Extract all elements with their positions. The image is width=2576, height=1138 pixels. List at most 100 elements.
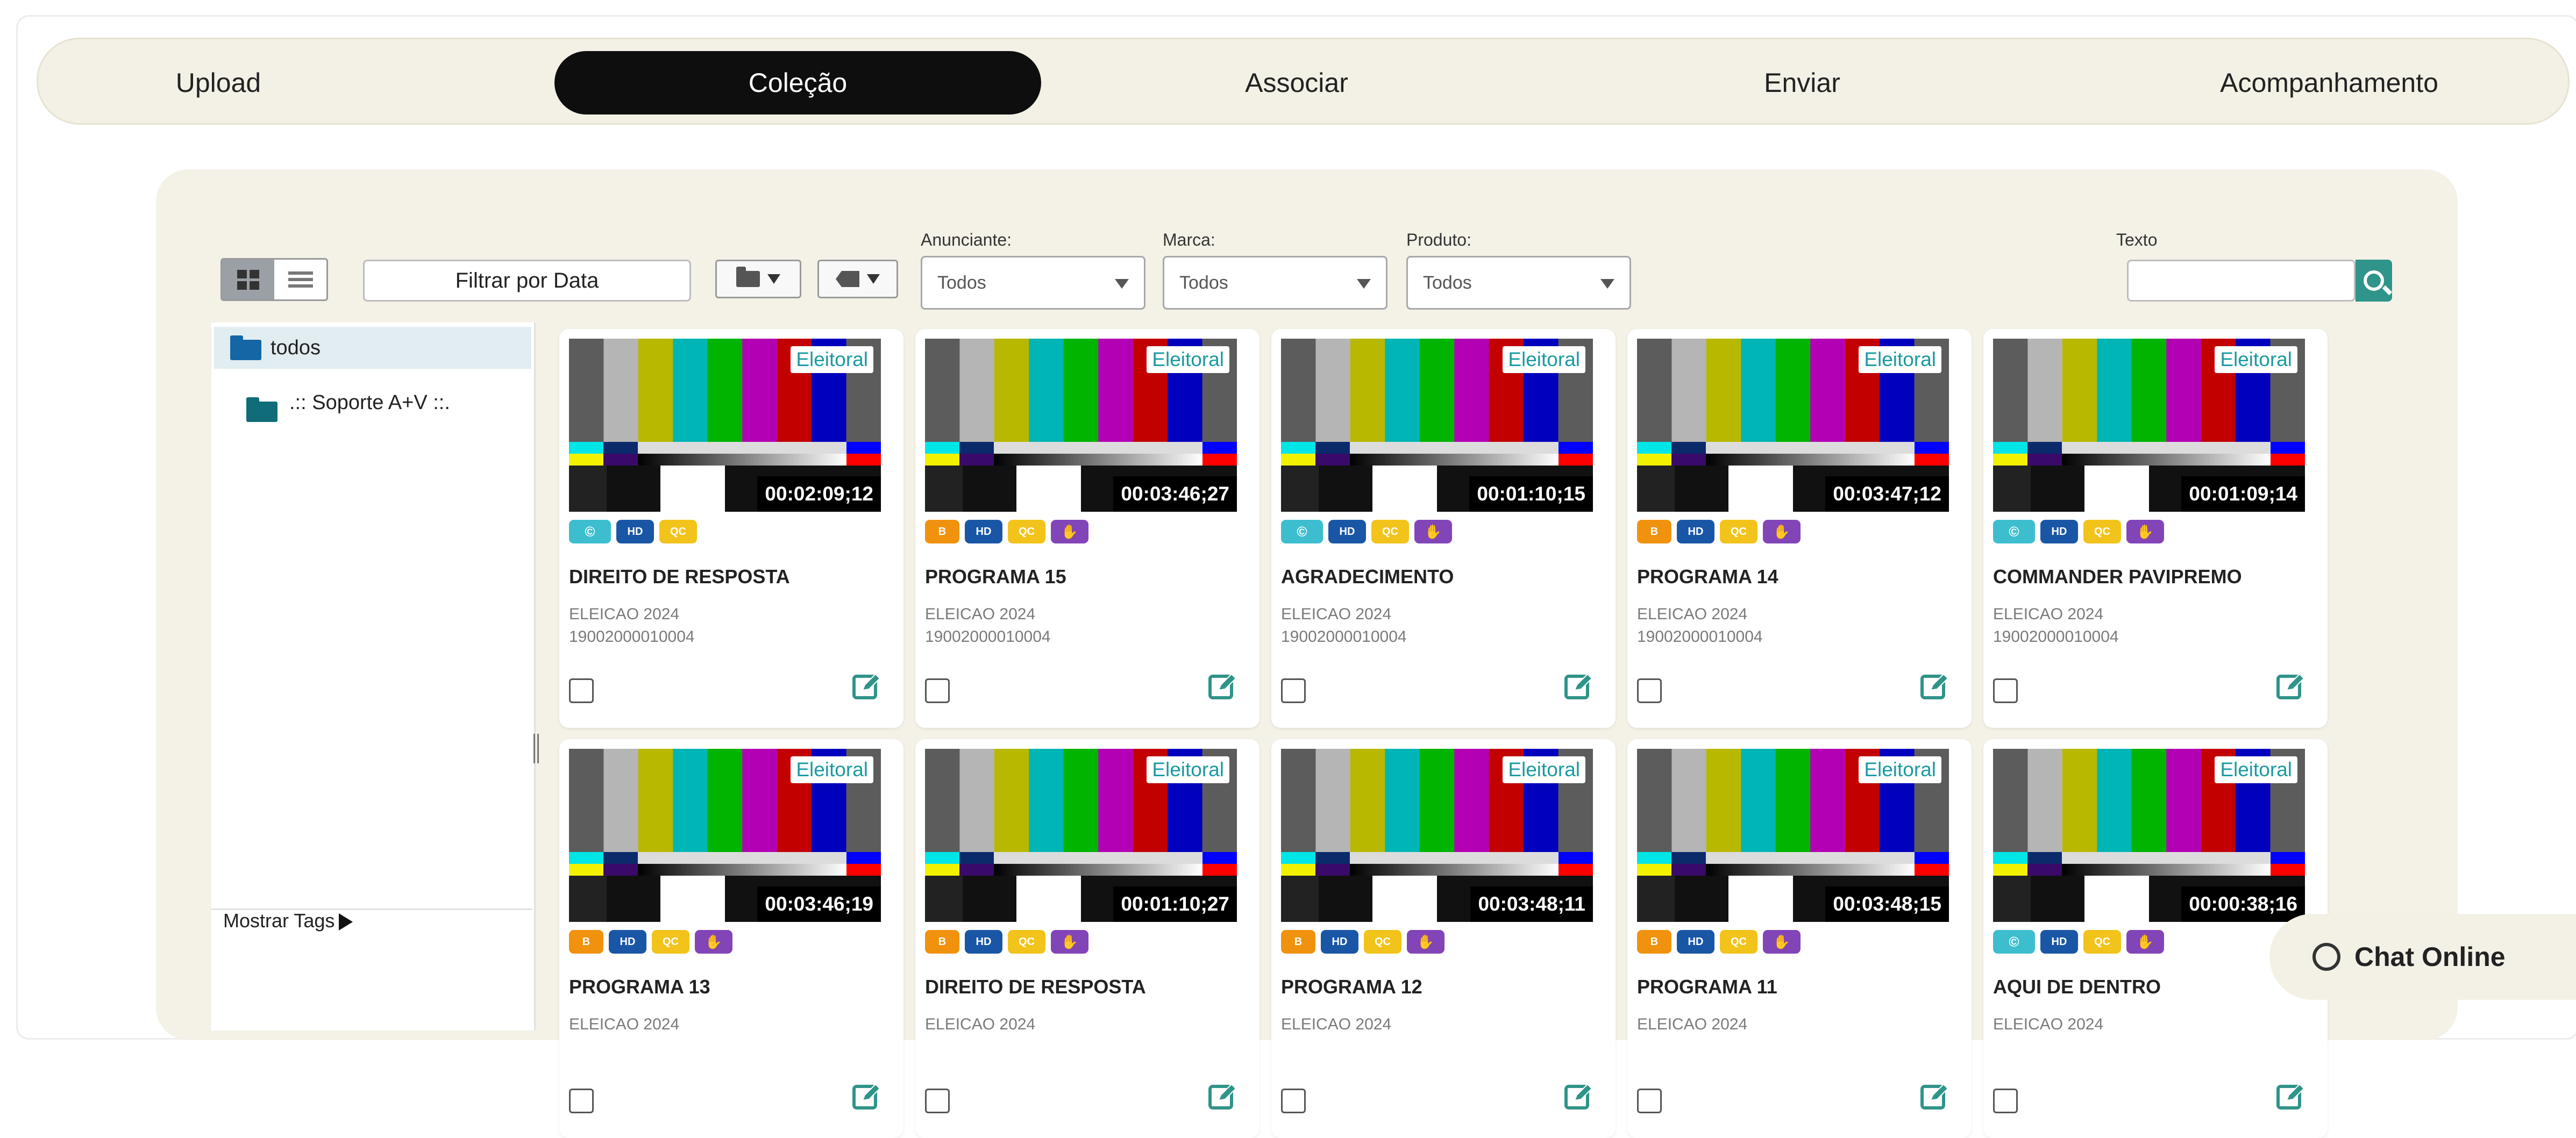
duration-label: 00:03:46;27 xyxy=(1113,476,1237,512)
select-checkbox[interactable] xyxy=(925,678,950,703)
anunciante-select[interactable]: Todos xyxy=(921,256,1145,310)
tab-upload[interactable]: Upload xyxy=(132,51,304,114)
tab-associar[interactable]: Associar xyxy=(1178,51,1415,114)
video-thumbnail[interactable]: Eleitoral 00:01:09;14 xyxy=(1993,339,2305,512)
video-thumbnail[interactable]: Eleitoral 00:03:47;12 xyxy=(1637,339,1949,512)
view-toggle xyxy=(220,258,328,301)
select-checkbox[interactable] xyxy=(925,1089,950,1113)
video-thumbnail[interactable]: Eleitoral 00:01:10;27 xyxy=(925,749,1237,922)
tab-acompanhamento[interactable]: Acompanhamento xyxy=(2168,51,2490,114)
marca-select[interactable]: Todos xyxy=(1163,256,1387,310)
card-campaign: ELEICAO 2024 xyxy=(569,1015,680,1033)
text-search-input[interactable] xyxy=(2127,260,2356,302)
select-checkbox[interactable] xyxy=(1993,678,2018,703)
anunciante-label: Anunciante: xyxy=(921,230,1012,249)
edit-icon[interactable] xyxy=(1208,1081,1238,1111)
list-view-button[interactable] xyxy=(274,260,326,299)
video-thumbnail[interactable]: Eleitoral 00:01:10;15 xyxy=(1281,339,1593,512)
show-tags-toggle[interactable]: Mostrar Tags xyxy=(223,910,353,932)
select-checkbox[interactable] xyxy=(1637,1089,1662,1113)
badge-hd: HD xyxy=(616,520,654,543)
chat-online-button[interactable]: Chat Online xyxy=(2269,914,2576,1000)
media-card[interactable]: Eleitoral 00:03:48;11 B HD QC ✋ PROGRAMA 12… xyxy=(1271,739,1616,1138)
media-card[interactable]: Eleitoral 00:03:46;27 B HD QC ✋ PROGRAMA 15… xyxy=(915,329,1259,728)
chevron-down-icon xyxy=(767,274,780,284)
card-meta: ELEICAO 2024 xyxy=(925,1013,1035,1036)
badge-b: B xyxy=(1637,930,1671,954)
tag-label: Eleitoral xyxy=(1503,756,1585,783)
produto-select[interactable]: Todos xyxy=(1406,256,1631,310)
badge-row: B HD QC ✋ xyxy=(925,520,1088,543)
select-checkbox[interactable] xyxy=(569,678,594,703)
select-checkbox[interactable] xyxy=(569,1089,594,1113)
folder-icon xyxy=(246,397,277,422)
select-checkbox[interactable] xyxy=(1281,678,1306,703)
sidebar-resize-handle[interactable] xyxy=(533,734,539,763)
duration-label: 00:03:46;19 xyxy=(757,886,881,922)
card-campaign: ELEICAO 2024 xyxy=(1637,1015,1748,1033)
edit-icon[interactable] xyxy=(1920,1081,1950,1111)
media-card[interactable]: Eleitoral 00:02:09;12 © HD QC DIREITO DE R… xyxy=(559,329,903,728)
video-thumbnail[interactable]: Eleitoral 00:00:38;16 xyxy=(1993,749,2305,922)
edit-icon[interactable] xyxy=(852,1081,882,1111)
badge-hand: ✋ xyxy=(2126,930,2164,954)
edit-icon[interactable] xyxy=(2276,1081,2306,1111)
card-title: PROGRAMA 15 xyxy=(925,566,1066,588)
media-card[interactable]: Eleitoral 00:03:48;15 B HD QC ✋ PROGRAMA 11… xyxy=(1627,739,1972,1138)
tab-enviar[interactable]: Enviar xyxy=(1684,51,1920,114)
tag-label: Eleitoral xyxy=(791,756,873,783)
duration-label: 00:03:47;12 xyxy=(1825,476,1949,512)
badge-row: © HD QC ✋ xyxy=(1993,930,2164,954)
edit-icon[interactable] xyxy=(2276,671,2306,701)
edit-icon[interactable] xyxy=(1564,671,1594,701)
card-title: COMMANDER PAVIPREMO xyxy=(1993,566,2242,588)
video-thumbnail[interactable]: Eleitoral 00:03:46;27 xyxy=(925,339,1237,512)
media-card[interactable]: Eleitoral 00:03:46;19 B HD QC ✋ PROGRAMA 13… xyxy=(559,739,903,1138)
closed-caption-icon: © xyxy=(2009,523,2019,540)
search-button[interactable] xyxy=(2356,260,2392,302)
select-checkbox[interactable] xyxy=(1281,1089,1306,1113)
card-code: 19002000010004 xyxy=(1281,628,1407,646)
badge-b: B xyxy=(925,930,959,954)
video-thumbnail[interactable]: Eleitoral 00:03:46;19 xyxy=(569,749,881,922)
select-checkbox[interactable] xyxy=(1993,1089,2018,1113)
folder-item-todos[interactable]: todos xyxy=(214,327,531,369)
duration-label: 00:00:38;16 xyxy=(2181,886,2305,922)
media-card[interactable]: Eleitoral 00:01:10;15 © HD QC ✋ AGRADECIMEN… xyxy=(1271,329,1616,728)
list-icon xyxy=(288,271,313,288)
badge-hand: ✋ xyxy=(1407,930,1444,954)
badge-b: B xyxy=(925,520,959,543)
duration-label: 00:03:48;11 xyxy=(1470,886,1593,922)
badge-qc: QC xyxy=(2083,930,2121,954)
video-thumbnail[interactable]: Eleitoral 00:03:48;15 xyxy=(1637,749,1949,922)
edit-icon[interactable] xyxy=(852,671,882,701)
card-title: PROGRAMA 11 xyxy=(1637,976,1777,998)
date-filter-input[interactable]: Filtrar por Data xyxy=(363,260,691,302)
edit-icon[interactable] xyxy=(1564,1081,1594,1111)
hand-icon: ✋ xyxy=(1061,523,1079,540)
duration-label: 00:03:48;15 xyxy=(1825,886,1949,922)
video-thumbnail[interactable]: Eleitoral 00:03:48;11 xyxy=(1281,749,1593,922)
video-thumbnail[interactable]: Eleitoral 00:02:09;12 xyxy=(569,339,881,512)
card-campaign: ELEICAO 2024 xyxy=(1281,1015,1392,1033)
grid-view-button[interactable] xyxy=(222,260,274,299)
play-arrow-icon xyxy=(339,913,353,931)
select-checkbox[interactable] xyxy=(1637,678,1662,703)
folder-dropdown-button[interactable] xyxy=(715,260,801,298)
edit-icon[interactable] xyxy=(1208,671,1238,701)
badge-hand: ✋ xyxy=(695,930,732,954)
badge-hd: HD xyxy=(965,520,1002,543)
badge-hd: HD xyxy=(1321,930,1358,954)
folder-item-soporte[interactable]: .:: Soporte A+V ::. xyxy=(289,391,450,414)
media-card[interactable]: Eleitoral 00:01:09;14 © HD QC ✋ COMMANDER P… xyxy=(1983,329,2328,728)
tag-dropdown-button[interactable] xyxy=(817,260,898,298)
card-code: 19002000010004 xyxy=(925,628,1051,646)
card-meta: ELEICAO 2024 19002000010004 xyxy=(1993,603,2119,648)
media-card[interactable]: Eleitoral 00:03:47;12 B HD QC ✋ PROGRAMA 14… xyxy=(1627,329,1972,728)
tab-colecao[interactable]: Coleção xyxy=(554,51,1041,114)
edit-icon[interactable] xyxy=(1920,671,1950,701)
grid-icon xyxy=(237,269,259,290)
media-card[interactable]: Eleitoral 00:01:10;27 B HD QC ✋ DIREITO DE … xyxy=(915,739,1259,1138)
card-title: AQUI DE DENTRO xyxy=(1993,976,2161,998)
badge-hand: ✋ xyxy=(1051,520,1088,543)
